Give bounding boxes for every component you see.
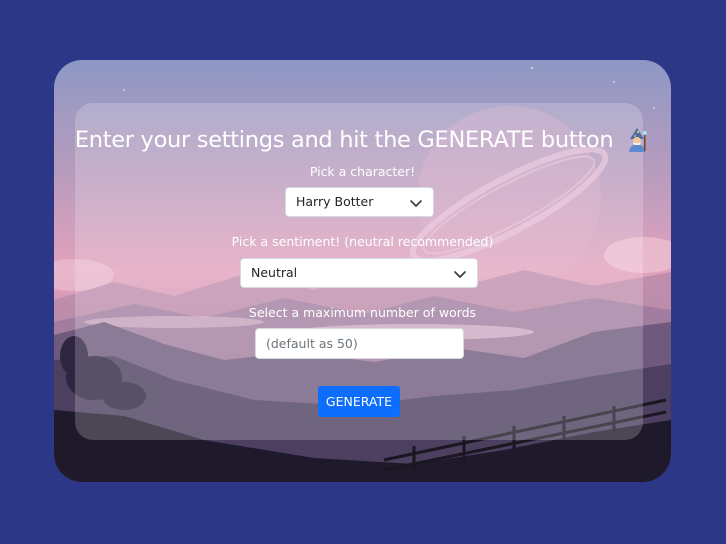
- wizard-emoji-icon: [624, 127, 650, 159]
- max-words-label: Select a maximum number of words: [248, 305, 477, 320]
- sentiment-select-value: Neutral: [251, 265, 298, 280]
- character-select[interactable]: Harry Botter: [285, 187, 434, 217]
- chevron-down-icon: [454, 271, 466, 278]
- character-select-value: Harry Botter: [296, 194, 374, 209]
- max-words-input[interactable]: [255, 328, 464, 359]
- page-title: Enter your settings and hit the GENERATE…: [54, 127, 671, 159]
- generate-button[interactable]: GENERATE: [318, 386, 400, 417]
- character-label: Pick a character!: [309, 164, 416, 179]
- settings-card: Enter your settings and hit the GENERATE…: [54, 60, 671, 482]
- sentiment-label: Pick a sentiment! (neutral recommended): [231, 234, 494, 249]
- sentiment-select[interactable]: Neutral: [240, 258, 478, 288]
- chevron-down-icon: [410, 200, 422, 207]
- page-title-text: Enter your settings and hit the GENERATE…: [74, 127, 614, 153]
